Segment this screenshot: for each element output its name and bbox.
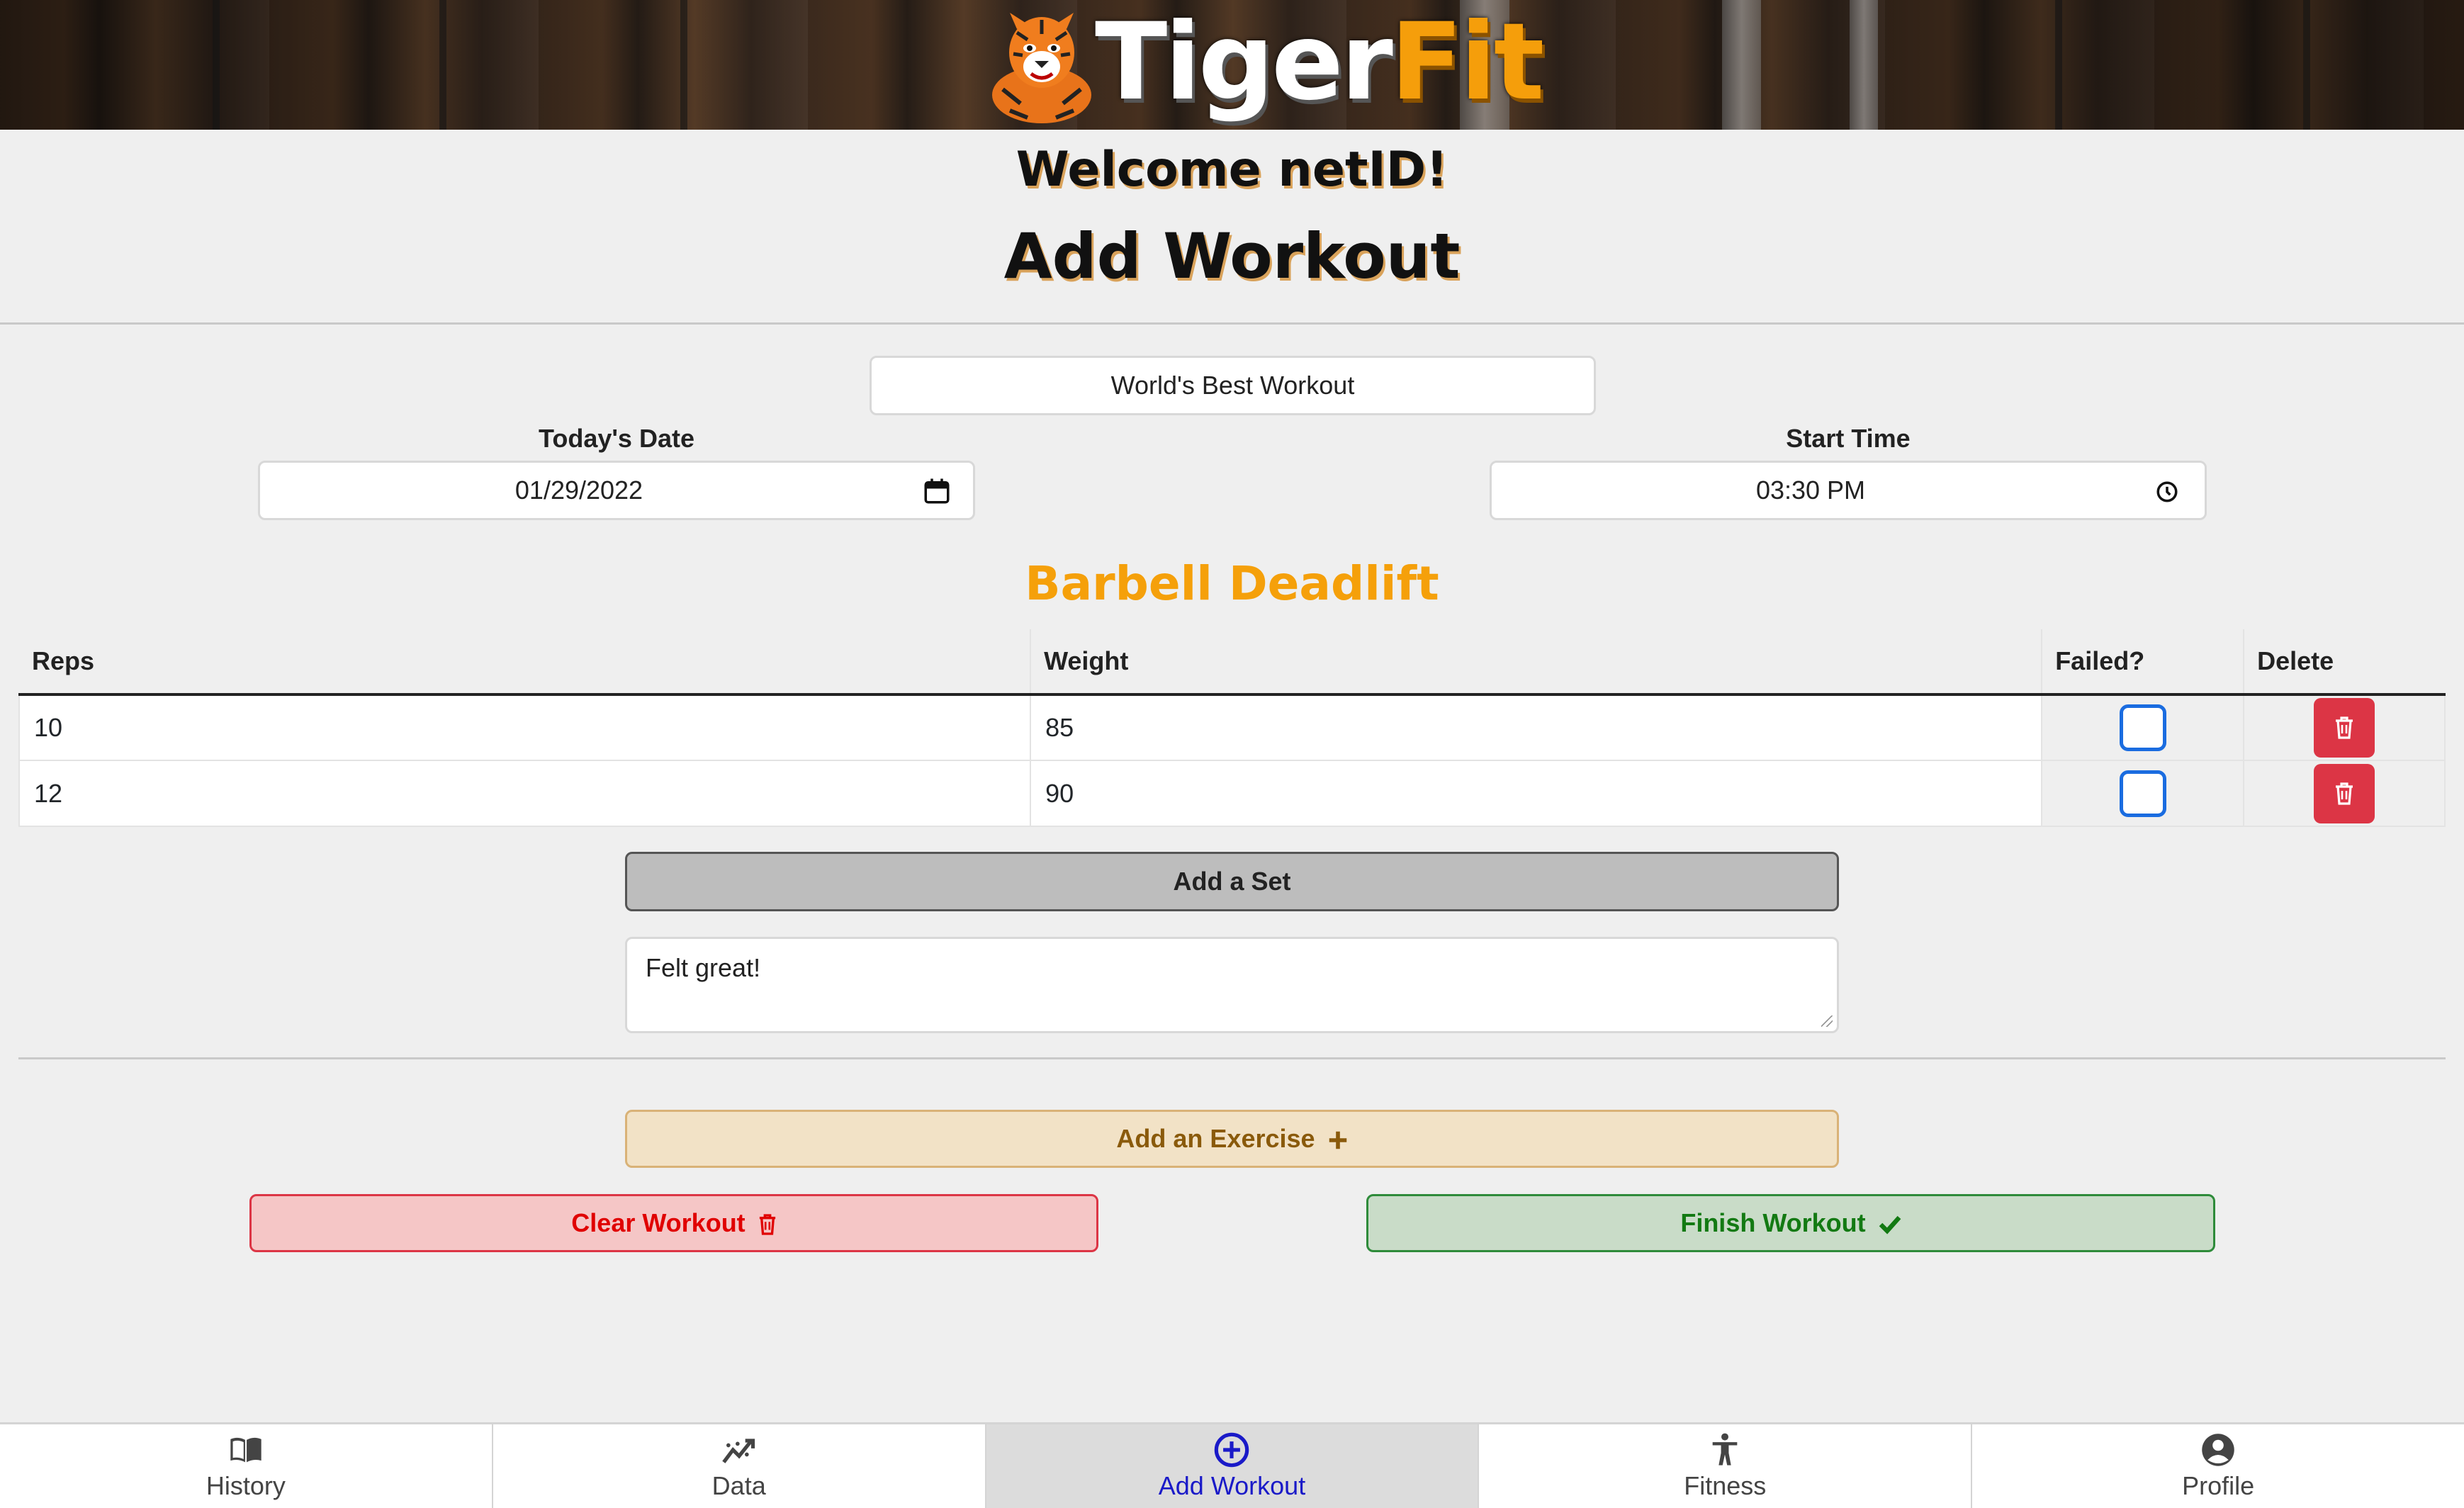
nav-label-data: Data — [711, 1471, 766, 1500]
failed-checkbox[interactable] — [2119, 770, 2166, 817]
clock-icon[interactable] — [2155, 480, 2179, 504]
start-time-input[interactable]: 03:30 PM — [1490, 461, 2207, 520]
brand-name-fit: Fit — [1390, 1, 1545, 124]
header-banner: TigerFit — [0, 0, 2464, 130]
person-icon — [1712, 1433, 1738, 1465]
graph-icon — [721, 1439, 755, 1463]
exercise-title: Barbell Deadlift — [1025, 556, 1439, 611]
reps-input[interactable]: 10 — [18, 694, 1032, 761]
time-value: 03:30 PM — [1755, 476, 1866, 505]
date-value: 01/29/2022 — [514, 476, 643, 505]
nav-label-profile: Profile — [2182, 1471, 2255, 1500]
delete-cell — [2243, 760, 2446, 827]
add-set-button[interactable]: Add a Set — [625, 852, 1839, 911]
column-header-reps: Reps — [19, 629, 1032, 696]
column-header-delete: Delete — [2244, 629, 2445, 696]
failed-cell — [2041, 694, 2245, 761]
bottom-nav: History Data Add Workout Fitness Profile — [0, 1422, 2464, 1508]
trash-icon — [759, 1214, 775, 1236]
workout-name-input[interactable]: World's Best Workout — [870, 356, 1596, 415]
page-title: Add Workout — [1003, 220, 1461, 293]
nav-label-fitness: Fitness — [1684, 1471, 1767, 1500]
book-icon — [230, 1437, 261, 1463]
table-row: 10 85 — [18, 694, 2446, 761]
nav-item-add-workout[interactable]: Add Workout — [986, 1424, 1480, 1508]
reps-input[interactable]: 12 — [18, 760, 1032, 827]
divider — [18, 1057, 2446, 1059]
column-header-weight: Weight — [1030, 629, 2043, 696]
add-exercise-label: Add an Exercise — [1116, 1124, 1315, 1153]
person-circle-icon — [2202, 1434, 2234, 1466]
table-row: 12 90 — [18, 760, 2446, 827]
trash-icon — [2336, 782, 2353, 805]
tiger-mascot-icon — [992, 13, 1091, 123]
check-icon — [1879, 1216, 1901, 1235]
tigerfit-logo: TigerFit — [989, 1, 1544, 126]
finish-workout-button[interactable]: Finish Workout — [1366, 1194, 2215, 1252]
welcome-message: Welcome netID! — [1016, 142, 1448, 198]
column-header-failed: Failed? — [2042, 629, 2245, 696]
notes-textarea[interactable]: Felt great! — [625, 937, 1839, 1033]
notes-text: Felt great! — [646, 953, 761, 982]
nav-item-fitness[interactable]: Fitness — [1479, 1424, 1973, 1508]
weight-input[interactable]: 90 — [1030, 760, 2043, 827]
date-label: Today's Date — [539, 424, 694, 453]
nav-label-history: History — [206, 1471, 286, 1500]
start-time-label: Start Time — [1786, 424, 1911, 453]
finish-workout-label: Finish Workout — [1680, 1208, 1866, 1237]
plus-icon — [1329, 1132, 1346, 1149]
divider — [0, 322, 2464, 325]
resize-handle[interactable] — [1821, 1015, 1833, 1027]
delete-cell — [2243, 694, 2446, 761]
calendar-icon[interactable] — [922, 476, 952, 506]
delete-set-button[interactable] — [2314, 763, 2375, 823]
nav-label-add-workout: Add Workout — [1158, 1471, 1306, 1500]
brand-name-tiger: Tiger — [1095, 1, 1393, 124]
delete-set-button[interactable] — [2314, 698, 2375, 758]
date-input[interactable]: 01/29/2022 — [258, 461, 975, 520]
clear-workout-button[interactable]: Clear Workout — [249, 1194, 1098, 1252]
add-exercise-button[interactable]: Add an Exercise — [625, 1110, 1839, 1168]
plus-circle-icon — [1215, 1432, 1249, 1468]
weight-input[interactable]: 85 — [1030, 694, 2043, 761]
sets-table: Reps Weight Failed? Delete 10 85 12 90 — [18, 629, 2446, 827]
trash-icon — [2336, 716, 2353, 739]
failed-checkbox[interactable] — [2119, 704, 2166, 751]
nav-item-history[interactable]: History — [0, 1424, 493, 1508]
failed-cell — [2041, 760, 2245, 827]
nav-item-profile[interactable]: Profile — [1972, 1424, 2464, 1508]
nav-item-data[interactable]: Data — [493, 1424, 986, 1508]
clear-workout-label: Clear Workout — [571, 1208, 746, 1237]
